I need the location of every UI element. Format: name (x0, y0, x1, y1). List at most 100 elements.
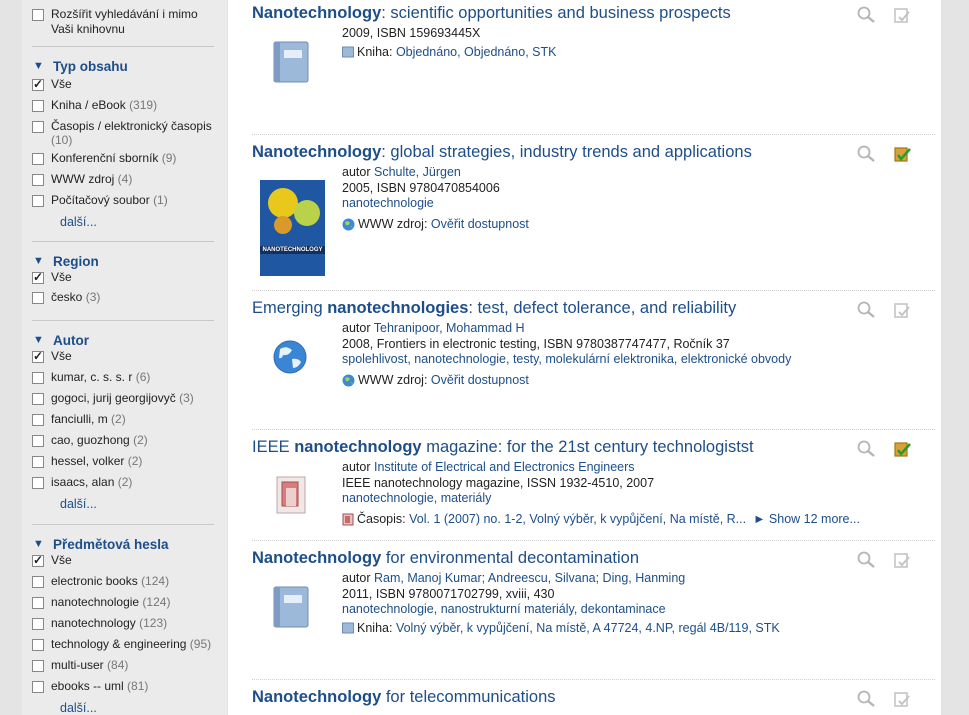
availability-icon[interactable] (892, 690, 912, 708)
facet-option[interactable]: gogoci, jurij georgijovyč (3) (32, 391, 214, 405)
facet-option[interactable]: fanciulli, m (2) (32, 412, 214, 426)
facet-option[interactable]: nanotechnology (123) (32, 616, 214, 630)
zoom-icon[interactable] (856, 301, 876, 319)
facet-sidebar: Rozšířit vyhledávání i mimo Vaši knihovn… (22, 0, 227, 715)
checkbox[interactable] (32, 393, 44, 405)
facet-more-link[interactable]: další... (32, 701, 214, 715)
facet-option[interactable]: ebooks -- uml (81) (32, 679, 214, 693)
facet-option[interactable]: cao, guozhong (2) (32, 433, 214, 447)
cover-image: NANOTECHNOLOGY (260, 180, 325, 276)
facet-option[interactable]: hessel, volker (2) (32, 454, 214, 468)
facet-title-region[interactable]: ▼ Region (32, 251, 214, 271)
result-title[interactable]: Nanotechnology for environmental deconta… (252, 549, 639, 568)
collapse-triangle-icon[interactable]: ▼ (33, 334, 53, 346)
result-details: 2009, ISBN 159693445X Kniha: Objednáno, … (342, 26, 557, 59)
result-title[interactable]: Nanotechnology for telecommunications (252, 688, 556, 707)
result-title[interactable]: Nanotechnology: global strategies, indus… (252, 143, 752, 162)
checkbox[interactable] (32, 100, 44, 112)
checkbox[interactable] (32, 349, 44, 363)
checkbox[interactable] (32, 174, 44, 186)
checkbox[interactable] (32, 372, 44, 384)
facet-option[interactable]: isaacs, alan (2) (32, 475, 214, 489)
facet-extend-search: Rozšířit vyhledávání i mimo Vaši knihovn… (32, 0, 214, 47)
facet-more-link[interactable]: další... (32, 215, 214, 229)
book-icon (273, 41, 309, 83)
checkbox[interactable] (32, 292, 44, 304)
result-item: Nanotechnology: scientific opportunities… (252, 4, 935, 135)
checkbox[interactable] (32, 153, 44, 165)
collapse-triangle-icon[interactable]: ▼ (33, 255, 53, 267)
checkbox[interactable] (32, 639, 44, 651)
result-item: IEEE nanotechnology magazine: for the 21… (252, 438, 935, 541)
book-small-icon (342, 622, 354, 634)
facet-option[interactable]: WWW zdroj (4) (32, 172, 214, 186)
zoom-icon[interactable] (856, 690, 876, 708)
facet-option[interactable]: Časopis / elektronický časopis (10) (32, 119, 214, 147)
facet-option[interactable]: kumar, c. s. s. r (6) (32, 370, 214, 384)
checkbox[interactable] (32, 121, 44, 133)
facet-option[interactable]: Vše (32, 349, 214, 363)
facet-more-link[interactable]: další... (32, 497, 214, 511)
checkbox[interactable] (32, 660, 44, 672)
zoom-icon[interactable] (856, 145, 876, 163)
extend-search-option[interactable]: Rozšířit vyhledávání i mimo Vaši knihovn… (32, 7, 214, 37)
facet-option[interactable]: Konferenční sborník (9) (32, 151, 214, 165)
checkbox[interactable] (32, 553, 44, 567)
collapse-triangle-icon[interactable]: ▼ (33, 538, 53, 550)
facet-option[interactable]: Vše (32, 553, 214, 567)
result-details: autor Institute of Electrical and Electr… (342, 460, 860, 528)
cover-art (294, 200, 320, 226)
collapse-triangle-icon[interactable]: ▼ (33, 60, 53, 72)
cover-art (274, 216, 292, 234)
facet-option[interactable]: Vše (32, 77, 214, 91)
extend-search-label: Rozšířit vyhledávání i mimo Vaši knihovn… (51, 7, 198, 36)
facet-subjects: ▼ Předmětová hesla Vše electronic books … (32, 525, 214, 715)
checkbox[interactable] (32, 270, 44, 284)
facet-option[interactable]: česko (3) (32, 290, 214, 304)
checkbox[interactable] (32, 456, 44, 468)
zoom-icon[interactable] (856, 440, 876, 458)
checkbox[interactable] (32, 576, 44, 588)
facet-title-subjects[interactable]: ▼ Předmětová hesla (32, 534, 214, 554)
facet-title-author[interactable]: ▼ Autor (32, 330, 214, 350)
checkbox[interactable] (32, 597, 44, 609)
zoom-icon[interactable] (856, 551, 876, 569)
facet-option[interactable]: technology & engineering (95) (32, 637, 214, 651)
result-title[interactable]: IEEE nanotechnology magazine: for the 21… (252, 438, 754, 457)
facet-title-content-type[interactable]: ▼ Typ obsahu (32, 56, 214, 76)
availability-icon[interactable] (892, 145, 912, 163)
result-title[interactable]: Nanotechnology: scientific opportunities… (252, 4, 731, 23)
holding-row: Časopis: Vol. 1 (2007) no. 1-2, Volný vý… (342, 512, 860, 528)
results-list: Nanotechnology: scientific opportunities… (228, 0, 941, 715)
result-details: autor Schulte, Jürgen 2005, ISBN 9780470… (342, 165, 529, 231)
checkbox[interactable] (32, 477, 44, 489)
result-details: autor Tehranipoor, Mohammad H 2008, Fron… (342, 321, 792, 387)
result-details: autor Ram, Manoj Kumar; Andreescu, Silva… (342, 571, 780, 637)
right-gutter (941, 0, 969, 715)
result-title[interactable]: Emerging nanotechnologies: test, defect … (252, 299, 736, 318)
journal-icon (276, 476, 306, 514)
availability-icon[interactable] (892, 301, 912, 319)
checkbox[interactable] (32, 195, 44, 207)
facet-option[interactable]: Počítačový soubor (1) (32, 193, 214, 207)
result-item: Nanotechnology: global strategies, indus… (252, 143, 935, 291)
facet-option[interactable]: electronic books (124) (32, 574, 214, 588)
zoom-icon[interactable] (856, 6, 876, 24)
holding-row: Kniha: Volný výběr, k vypůjčení, Na míst… (342, 621, 780, 637)
checkbox[interactable] (32, 414, 44, 426)
facet-option[interactable]: multi-user (84) (32, 658, 214, 672)
availability-icon[interactable] (892, 6, 912, 24)
checkbox[interactable] (32, 618, 44, 630)
facet-option[interactable]: nanotechnologie (124) (32, 595, 214, 609)
checkbox[interactable] (32, 77, 44, 91)
extend-search-checkbox[interactable] (32, 9, 44, 21)
checkbox[interactable] (32, 681, 44, 693)
facet-option[interactable]: Vše (32, 270, 214, 284)
result-item: Emerging nanotechnologies: test, defect … (252, 299, 935, 430)
availability-icon[interactable] (892, 551, 912, 569)
checkbox[interactable] (32, 435, 44, 447)
facet-author: ▼ Autor Vše kumar, c. s. s. r (6) gogoci… (32, 321, 214, 525)
show-more-link[interactable]: ► Show 12 more... (753, 512, 860, 528)
availability-icon[interactable] (892, 440, 912, 458)
facet-option[interactable]: Kniha / eBook (319) (32, 98, 214, 112)
